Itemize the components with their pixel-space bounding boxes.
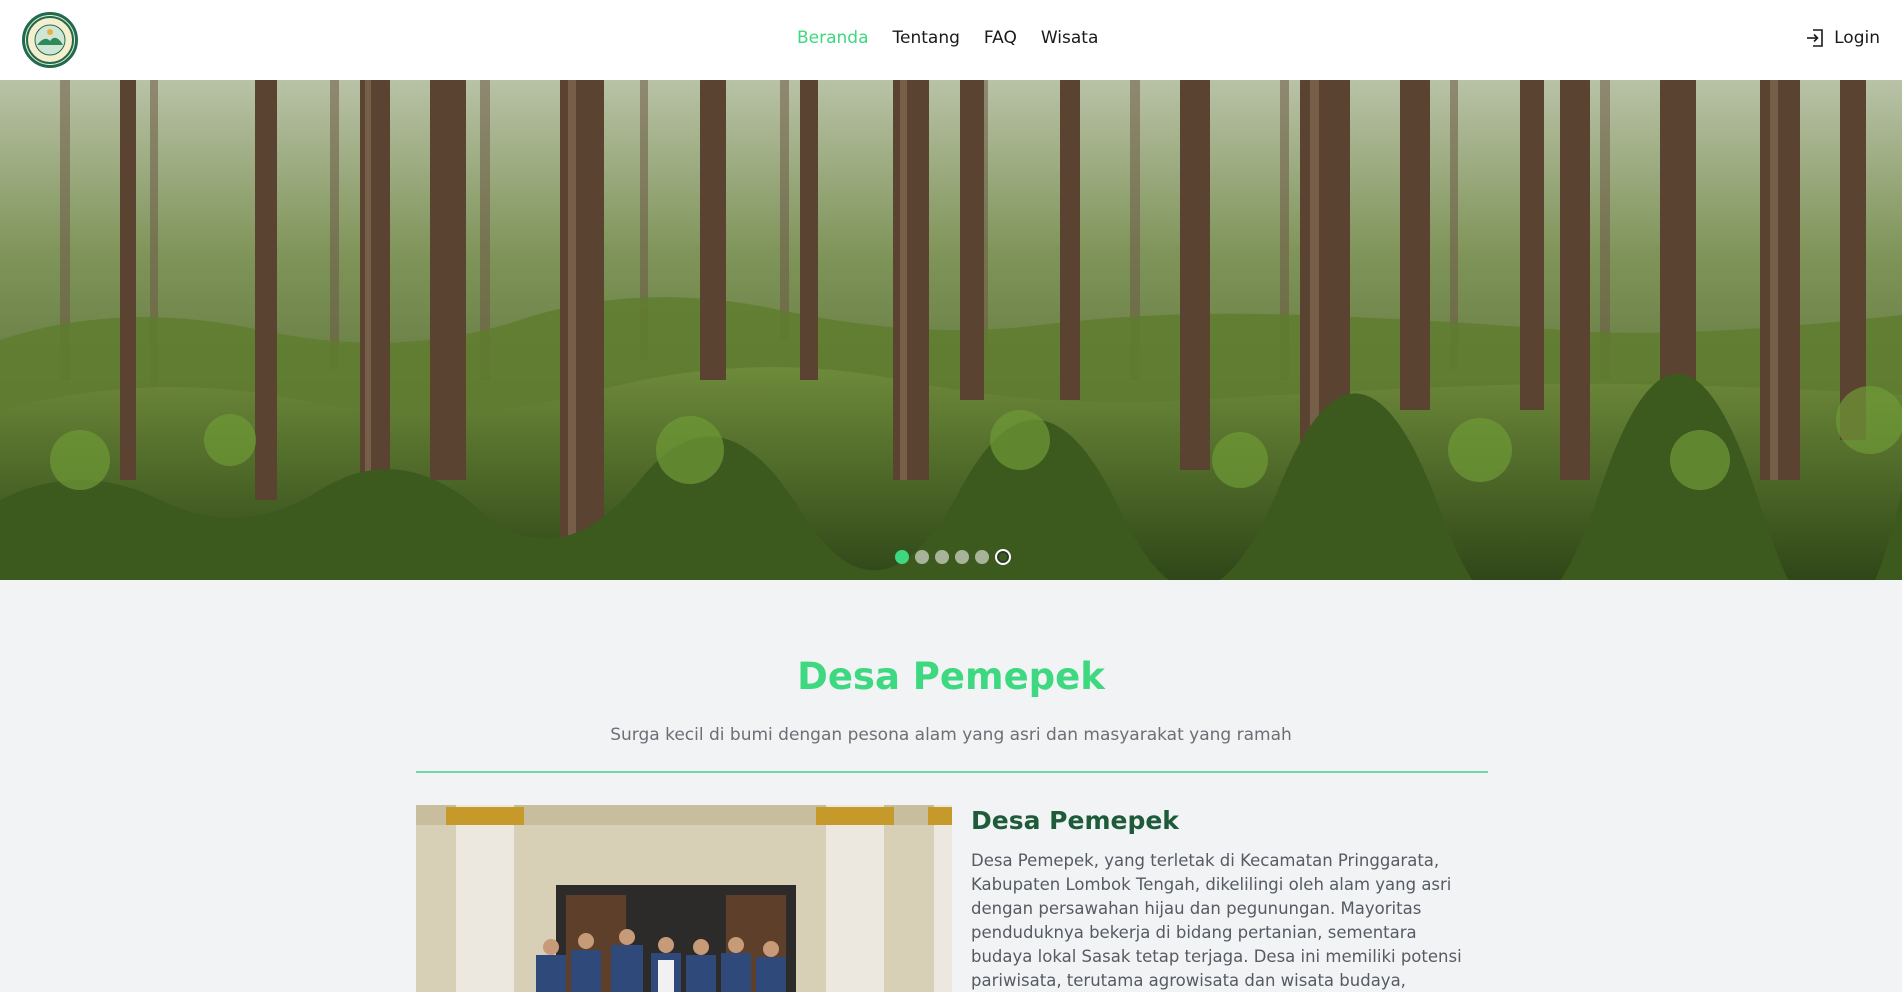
- main-nav: Beranda Tentang FAQ Wisata: [797, 28, 1098, 48]
- hero-carousel: [0, 80, 1902, 580]
- carousel-dot-3[interactable]: [935, 550, 949, 564]
- nav-faq-link[interactable]: FAQ: [984, 28, 1017, 48]
- carousel-dot-2[interactable]: [915, 550, 929, 564]
- login-label: Login: [1834, 28, 1880, 48]
- login-button[interactable]: Login: [1804, 27, 1880, 49]
- page-title: Desa Pemepek: [797, 655, 1105, 698]
- top-navbar: Beranda Tentang FAQ Wisata Login: [0, 0, 1902, 80]
- nav-wisata-link[interactable]: Wisata: [1041, 28, 1099, 48]
- village-seal-logo-icon[interactable]: [22, 12, 78, 68]
- forest-photo: [0, 80, 1902, 580]
- carousel-dot-6[interactable]: [995, 549, 1011, 565]
- nav-beranda-link[interactable]: Beranda: [797, 28, 869, 48]
- section-divider: [416, 771, 1488, 773]
- carousel-indicators: [895, 549, 1011, 565]
- carousel-dot-5[interactable]: [975, 550, 989, 564]
- carousel-dot-1[interactable]: [895, 550, 909, 564]
- nav-tentang-link[interactable]: Tentang: [893, 28, 960, 48]
- village-group-photo: [416, 805, 952, 992]
- about-description: Desa Pemepek, yang terletak di Kecamatan…: [971, 851, 1462, 990]
- login-arrow-icon: [1807, 29, 1823, 47]
- carousel-dot-4[interactable]: [955, 550, 969, 564]
- about-heading: Desa Pemepek: [971, 806, 1179, 835]
- page-subtitle: Surga kecil di bumi dengan pesona alam y…: [610, 725, 1292, 745]
